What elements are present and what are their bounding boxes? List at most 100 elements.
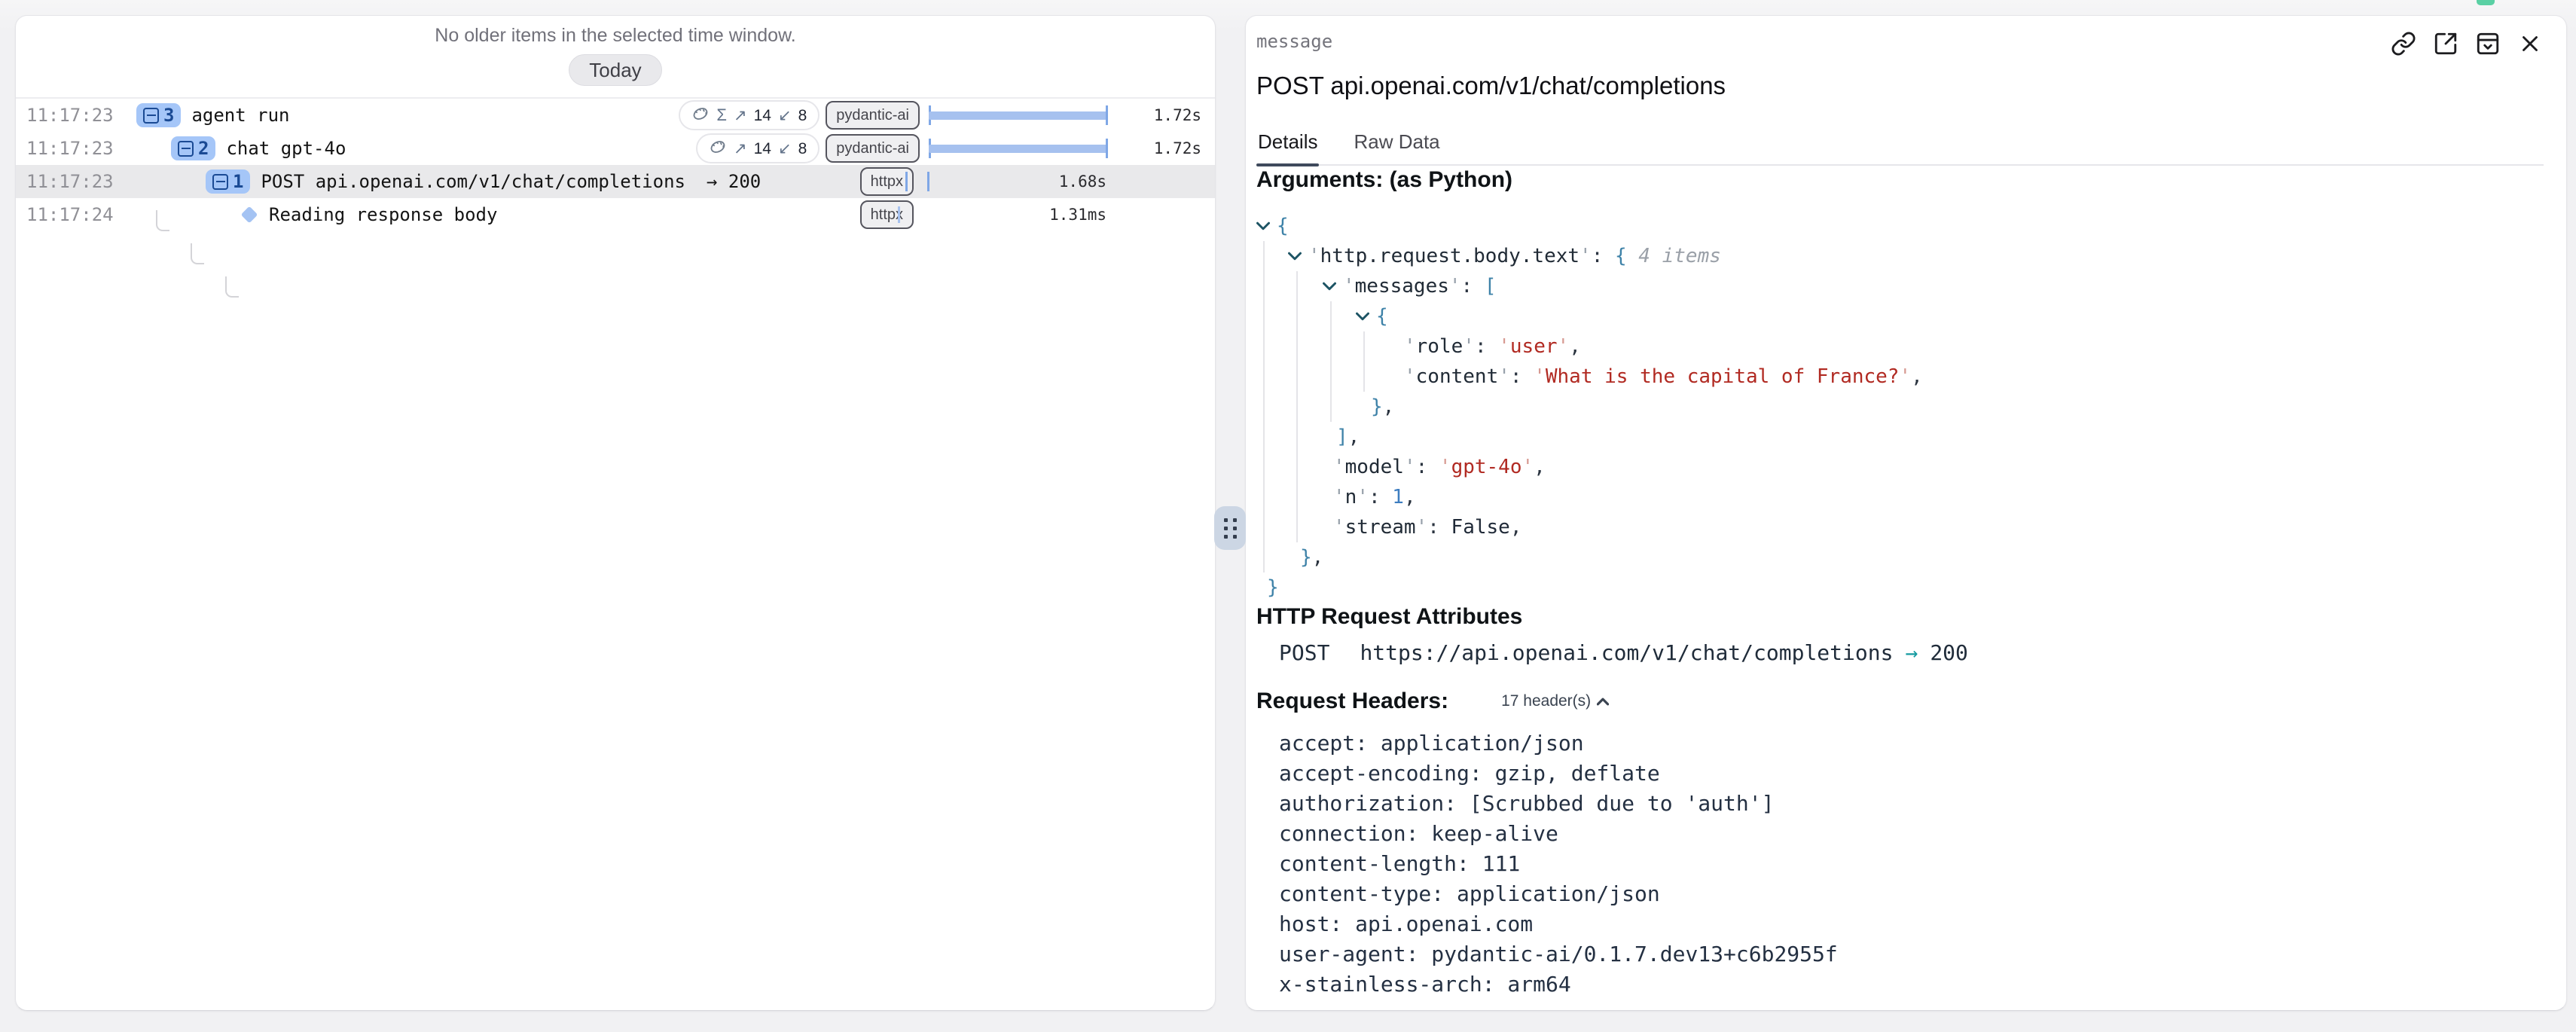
tokens-out-arrow-icon: ↙ bbox=[778, 141, 792, 157]
tokens-in-count: 14 bbox=[754, 141, 771, 157]
grip-dots-icon bbox=[1224, 518, 1237, 539]
code-line: 'messages': [ bbox=[1256, 271, 2544, 301]
code-line: 'content': 'What is the capital of Franc… bbox=[1256, 362, 2544, 392]
open-in-new-button[interactable] bbox=[2432, 31, 2459, 58]
header-line: authorization: [Scrubbed due to 'auth'] bbox=[1279, 788, 2544, 818]
empty-state: No older items in the selected time wind… bbox=[16, 16, 1215, 99]
header-line: user-agent: pydantic-ai/0.1.7.dev13+c6b2… bbox=[1279, 939, 2544, 969]
tree-connector bbox=[156, 210, 169, 231]
row-duration: 1.72s bbox=[1126, 106, 1215, 124]
indent-guide bbox=[1296, 271, 1298, 542]
trace-row[interactable]: 11:17:24 Reading response body httpx 1.3… bbox=[16, 198, 1215, 231]
collapse-box-icon bbox=[143, 108, 159, 124]
tab-details[interactable]: Details bbox=[1256, 130, 1319, 164]
trace-row[interactable]: 11:17:23 1 POST api.openai.com/v1/chat/c… bbox=[16, 165, 1215, 198]
http-url: https://api.openai.com/v1/chat/completio… bbox=[1360, 640, 1893, 665]
row-duration: 1.68s bbox=[926, 173, 1120, 191]
arguments-code-tree: {'http.request.body.text': { 4 items'mes… bbox=[1256, 211, 2544, 603]
duration-bar bbox=[926, 99, 1120, 132]
collapse-box-icon bbox=[178, 141, 194, 157]
detail-tabs: Details Raw Data bbox=[1256, 130, 2544, 166]
tab-raw-data[interactable]: Raw Data bbox=[1352, 130, 1441, 164]
span-count-badge[interactable]: 2 bbox=[171, 136, 215, 160]
header-line: accept: application/json bbox=[1279, 728, 2544, 758]
arrow-right-icon: → bbox=[1905, 640, 1918, 665]
span-title: POST api.openai.com/v1/chat/completions bbox=[1256, 72, 2544, 100]
chevron-down-icon[interactable] bbox=[1288, 252, 1302, 261]
code-line: 'http.request.body.text': { 4 items bbox=[1256, 241, 2544, 271]
trace-row[interactable]: 11:17:23 3 agent run Σ ↗ 14 ↙ 8 pydantic… bbox=[16, 99, 1215, 132]
code-line: }, bbox=[1256, 542, 2544, 572]
tokens-out-arrow-icon: ↙ bbox=[778, 108, 792, 124]
event-diamond-icon bbox=[241, 206, 258, 224]
dock-to-bottom-icon bbox=[2475, 31, 2501, 59]
header-line: host: api.openai.com bbox=[1279, 908, 2544, 939]
instrumentation-tag[interactable]: httpx bbox=[860, 200, 914, 229]
sigma-icon: Σ bbox=[716, 107, 727, 124]
chevron-down-icon[interactable] bbox=[1256, 221, 1270, 231]
tokens-in-arrow-icon: ↗ bbox=[734, 141, 747, 157]
row-timestamp: 11:17:23 bbox=[16, 138, 111, 159]
tokens-out-count: 8 bbox=[798, 141, 807, 157]
duration-bar bbox=[926, 132, 1120, 165]
trace-rows: 11:17:23 3 agent run Σ ↗ 14 ↙ 8 pydantic… bbox=[16, 99, 1215, 231]
code-line: } bbox=[1256, 572, 2544, 603]
panel-resize-handle[interactable] bbox=[1214, 506, 1246, 550]
row-label: agent run bbox=[191, 105, 289, 126]
row-label: POST api.openai.com/v1/chat/completions bbox=[261, 171, 685, 192]
chevron-down-icon[interactable] bbox=[1356, 312, 1369, 321]
http-request-line: POST https://api.openai.com/v1/chat/comp… bbox=[1256, 637, 2544, 667]
row-duration: 1.31ms bbox=[926, 206, 1120, 224]
row-timestamp: 11:17:23 bbox=[16, 171, 111, 192]
tokens-in-arrow-icon: ↗ bbox=[734, 108, 747, 124]
today-button[interactable]: Today bbox=[569, 54, 661, 86]
dock-panel-button[interactable] bbox=[2474, 31, 2501, 58]
instrumentation-tag[interactable]: pydantic-ai bbox=[826, 134, 920, 163]
token-stats-pill[interactable]: Σ ↗ 14 ↙ 8 bbox=[679, 100, 819, 130]
row-timestamp: 11:17:24 bbox=[16, 204, 111, 225]
indent-guide bbox=[1363, 331, 1365, 392]
chevron-up-icon bbox=[1597, 692, 1609, 710]
row-label: Reading response body bbox=[269, 204, 497, 225]
span-count-badge[interactable]: 1 bbox=[206, 169, 250, 194]
tokens-out-count: 8 bbox=[798, 108, 807, 124]
token-stats-pill[interactable]: ↗ 14 ↙ 8 bbox=[696, 133, 819, 163]
headers-count: 17 header(s) bbox=[1501, 692, 1591, 710]
trace-row[interactable]: 11:17:23 2 chat gpt-4o ↗ 14 ↙ 8 pydantic… bbox=[16, 132, 1215, 165]
detail-toolbar bbox=[2390, 31, 2544, 58]
http-attributes-heading: HTTP Request Attributes bbox=[1256, 603, 2544, 631]
code-line: ], bbox=[1256, 422, 2544, 452]
code-line: 'stream': False, bbox=[1256, 512, 2544, 542]
tokens-in-count: 14 bbox=[754, 108, 771, 124]
chevron-down-icon[interactable] bbox=[1323, 282, 1336, 291]
header-line: content-type: application/json bbox=[1279, 878, 2544, 908]
close-icon bbox=[2517, 31, 2543, 59]
headers-collapse-toggle[interactable]: 17 header(s) bbox=[1501, 692, 1609, 710]
request-headers-list: accept: application/jsonaccept-encoding:… bbox=[1256, 728, 2544, 999]
open-in-new-icon bbox=[2433, 31, 2458, 59]
copy-link-button[interactable] bbox=[2390, 31, 2417, 58]
http-status: 200 bbox=[1930, 640, 1968, 665]
row-label: chat gpt-4o bbox=[226, 138, 346, 159]
coin-icon bbox=[691, 105, 710, 127]
header-line: x-stainless-arch: arm64 bbox=[1279, 969, 2544, 999]
row-status: → 200 bbox=[707, 171, 761, 192]
code-line: 'role': 'user', bbox=[1256, 331, 2544, 362]
code-line: }, bbox=[1256, 392, 2544, 422]
detail-panel: message POST api.openai.com/v1/chat/comp… bbox=[1245, 15, 2567, 1011]
row-duration: 1.72s bbox=[1126, 139, 1215, 157]
trace-list-panel: No older items in the selected time wind… bbox=[15, 15, 1216, 1011]
close-panel-button[interactable] bbox=[2516, 31, 2544, 58]
http-method: POST bbox=[1279, 640, 1329, 665]
indent-guide bbox=[1263, 241, 1265, 572]
span-count-badge[interactable]: 3 bbox=[136, 103, 181, 127]
empty-notice: No older items in the selected time wind… bbox=[16, 16, 1215, 47]
row-timestamp: 11:17:23 bbox=[16, 105, 111, 126]
code-line: 'model': 'gpt-4o', bbox=[1256, 452, 2544, 482]
code-line: { bbox=[1256, 301, 2544, 331]
instrumentation-tag[interactable]: pydantic-ai bbox=[826, 101, 920, 130]
header-line: content-length: 111 bbox=[1279, 848, 2544, 878]
code-line: { bbox=[1256, 211, 2544, 241]
collapse-box-icon bbox=[212, 174, 228, 190]
span-kind-label: message bbox=[1256, 31, 1332, 52]
